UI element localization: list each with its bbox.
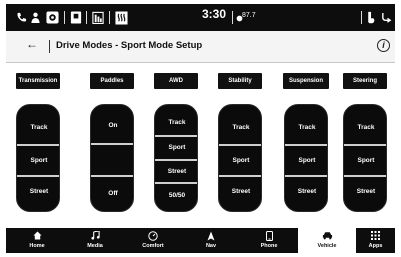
screen: 3:30 87.7 ← Drive Modes - Sport Mode Set… [6,4,395,253]
category-awd: AWD [154,73,198,89]
temperature-readout: 87.7 [242,12,256,19]
nav-media[interactable]: Media [66,228,124,253]
music-icon [66,230,124,242]
steering-selector: Track Sport Street [343,104,387,212]
awd-street-option[interactable]: Street [155,161,197,181]
back-arrow-icon[interactable]: ← [26,37,38,51]
phone-icon[interactable] [14,8,28,27]
suspension-street-option[interactable]: Street [285,177,327,205]
volume-icon[interactable] [365,8,377,27]
paddles-off-option[interactable]: Off [91,180,133,206]
car-icon [298,231,356,242]
status-bar: 3:30 87.7 [6,4,395,31]
home-icon [8,231,66,242]
awd-selector: Track Sport Street 50/50 [154,104,198,212]
nav-label: Apps [368,243,383,249]
awd-track-option[interactable]: Track [155,111,197,133]
comfort-icon [124,231,182,243]
camera-icon[interactable] [45,8,60,27]
nav-comfort[interactable]: Comfort [124,228,182,253]
bottom-nav: Home Media Comfort Nav Phone Vehicle App… [6,228,395,253]
transmission-sport-option[interactable]: Sport [17,146,59,174]
apps-icon [356,231,395,242]
phone-icon [240,231,298,243]
nav-apps[interactable]: Apps [356,228,395,253]
category-stability: Stability [218,73,262,89]
steering-street-option[interactable]: Street [344,177,386,205]
steering-heat-icon[interactable] [379,8,393,27]
clock: 3:30 [202,7,227,21]
nav-label: Nav [205,243,217,249]
steering-track-option[interactable]: Track [344,113,386,141]
paddles-selector: On Off [90,104,134,212]
awd-5050-option[interactable]: 50/50 [155,184,197,206]
nav-home[interactable]: Home [8,228,66,253]
seat-icon[interactable] [69,8,83,27]
category-steering: Steering [343,73,387,89]
page-header: ← Drive Modes - Sport Mode Setup i [6,31,395,63]
seat-heat-icon[interactable] [114,8,129,27]
battery-icon[interactable] [91,8,105,27]
stability-street-option[interactable]: Street [219,177,261,205]
title-divider [49,40,50,53]
stability-selector: Track Sport Street [218,104,262,212]
nav-label: Vehicle [317,243,337,249]
suspension-track-option[interactable]: Track [285,113,327,141]
nav-nav[interactable]: Nav [182,228,240,253]
awd-sport-option[interactable]: Sport [155,137,197,157]
transmission-selector: Track Sport Street [16,104,60,212]
stability-sport-option[interactable]: Sport [219,146,261,174]
nav-phone[interactable]: Phone [240,228,298,253]
nav-icon [182,231,240,243]
nav-label: Home [29,243,45,249]
page-title: Drive Modes - Sport Mode Setup [56,40,203,51]
suspension-sport-option[interactable]: Sport [285,146,327,174]
driver-icon[interactable] [28,8,42,27]
info-icon[interactable]: i [377,39,390,52]
nav-label: Phone [260,243,278,249]
nav-label: Media [87,243,103,249]
paddles-on-option[interactable]: On [91,113,133,137]
stability-track-option[interactable]: Track [219,113,261,141]
nav-vehicle[interactable]: Vehicle [298,228,356,253]
suspension-selector: Track Sport Street [284,104,328,212]
category-paddles: Paddles [90,73,134,89]
category-transmission: Transmission [16,73,60,89]
transmission-track-option[interactable]: Track [17,113,59,141]
transmission-street-option[interactable]: Street [17,177,59,205]
steering-sport-option[interactable]: Sport [344,146,386,174]
nav-label: Comfort [142,243,164,249]
category-suspension: Suspension [283,73,329,89]
